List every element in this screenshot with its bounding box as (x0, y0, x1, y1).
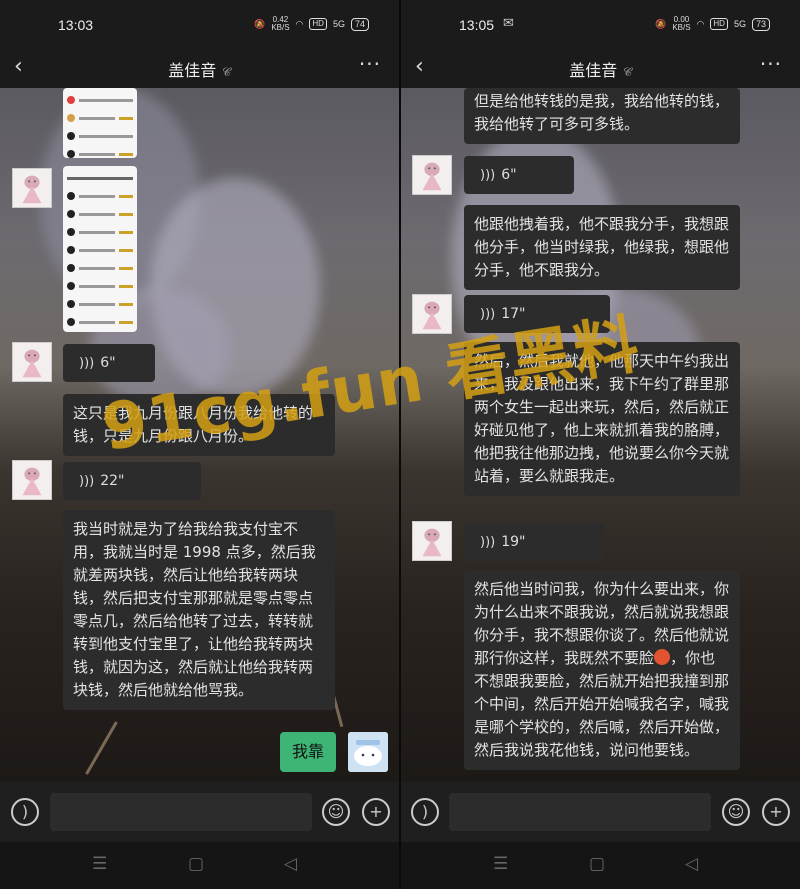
mute-icon: 🔕 (254, 18, 266, 29)
contact-name: 盖佳音 𝓒 (569, 61, 632, 80)
signal-icon: 5G (733, 19, 746, 29)
home-icon[interactable]: ▢ (188, 854, 204, 874)
menu-icon[interactable]: ☰ (92, 854, 107, 874)
contact-avatar[interactable] (12, 168, 52, 208)
menu-icon[interactable]: ☰ (493, 854, 508, 874)
message-input[interactable] (449, 793, 711, 831)
system-navigation: ☰ ▢ ◁ (0, 842, 399, 889)
status-icons: 🔕 0.42 KB/S ◠ HD 5G 74 (254, 16, 369, 32)
contact-avatar[interactable] (412, 155, 452, 195)
contact-avatar[interactable] (12, 342, 52, 382)
contact-avatar[interactable] (412, 521, 452, 561)
self-avatar[interactable] (348, 732, 388, 772)
status-time: 13:05 (459, 17, 495, 33)
wifi-icon: ◠ (696, 18, 705, 29)
battery-icon: 73 (751, 17, 770, 31)
voice-input-icon[interactable]: ) (11, 798, 39, 826)
wechat-icon: ✉ (503, 16, 514, 31)
more-options-icon[interactable]: ··· (359, 52, 381, 76)
voice-wave-icon: ))) (480, 535, 496, 550)
voice-message[interactable]: ))) 19" (464, 523, 604, 561)
back-icon[interactable]: ◁ (685, 854, 698, 874)
status-icons: 🔕 0.00 KB/S ◠ HD 5G 73 (655, 16, 770, 32)
status-time: 13:03 (58, 17, 94, 33)
earpiece-icon: 𝓒 (222, 65, 231, 79)
voice-wave-icon: ))) (480, 168, 496, 183)
system-navigation: ☰ ▢ ◁ (401, 842, 800, 889)
image-message[interactable] (63, 166, 137, 332)
signal-icon: 5G (332, 19, 345, 29)
hd-badge: HD (309, 18, 327, 30)
right-phone-screen: 13:05 ✉ 🔕 0.00 KB/S ◠ HD 5G 73 ‹ 盖佳音 𝓒 ··… (401, 0, 800, 889)
voice-input-icon[interactable]: ) (411, 798, 439, 826)
mute-icon: 🔕 (655, 18, 667, 29)
chat-header: ‹ 盖佳音 𝓒 ··· (0, 50, 399, 88)
voice-wave-icon: ))) (79, 474, 95, 489)
message-input[interactable] (50, 793, 312, 831)
contact-avatar[interactable] (12, 460, 52, 500)
text-message: 我当时就是为了给我给我支付宝不用，我就当时是 1998 点多，然后我就差两块钱，… (63, 510, 335, 710)
hd-badge: HD (710, 18, 728, 30)
text-message: 他跟他拽着我，他不跟我分手，我想跟他分手，他当时绿我，他绿我，想跟他分手，他不跟… (464, 205, 740, 290)
voice-message[interactable]: ))) 6" (464, 156, 574, 194)
self-text-message: 我靠 (280, 732, 337, 772)
angry-emoji-icon (654, 649, 671, 665)
text-message: 然后他当时问我，你为什么要出来，你为什么出来不跟我说，然后就说我想跟你分手，我不… (464, 570, 740, 770)
earpiece-icon: 𝓒 (623, 65, 632, 79)
input-bar: ) ☺ + (401, 782, 800, 842)
text-message: 但是给他转钱的是我，我给他转的钱，我给他转了可多可多钱。 (464, 88, 740, 144)
input-bar: ) ☺ + (0, 782, 399, 842)
emoji-icon[interactable]: ☺ (322, 798, 350, 826)
status-bar: 13:05 ✉ 🔕 0.00 KB/S ◠ HD 5G 73 (401, 0, 800, 50)
back-icon[interactable]: ◁ (284, 854, 297, 874)
message-list: 但是给他转钱的是我，我给他转的钱，我给他转了可多可多钱。 ))) 6" 他跟他拽着… (401, 88, 800, 782)
chat-header: ‹ 盖佳音 𝓒 ··· (401, 50, 800, 88)
image-message[interactable] (63, 88, 137, 158)
battery-icon: 74 (350, 17, 369, 31)
wifi-icon: ◠ (295, 18, 304, 29)
plus-icon[interactable]: + (362, 798, 390, 826)
net-speed: 0.00 KB/S (672, 15, 691, 32)
home-icon[interactable]: ▢ (589, 854, 605, 874)
voice-wave-icon: ))) (79, 356, 95, 371)
contact-name: 盖佳音 𝓒 (168, 61, 231, 80)
emoji-icon[interactable]: ☺ (722, 798, 750, 826)
voice-message[interactable]: ))) 22" (63, 462, 201, 500)
net-speed: 0.42 KB/S (271, 15, 290, 32)
plus-icon[interactable]: + (762, 798, 790, 826)
more-options-icon[interactable]: ··· (760, 52, 782, 76)
status-bar: 13:03 🔕 0.42 KB/S ◠ HD 5G 74 (0, 0, 399, 50)
